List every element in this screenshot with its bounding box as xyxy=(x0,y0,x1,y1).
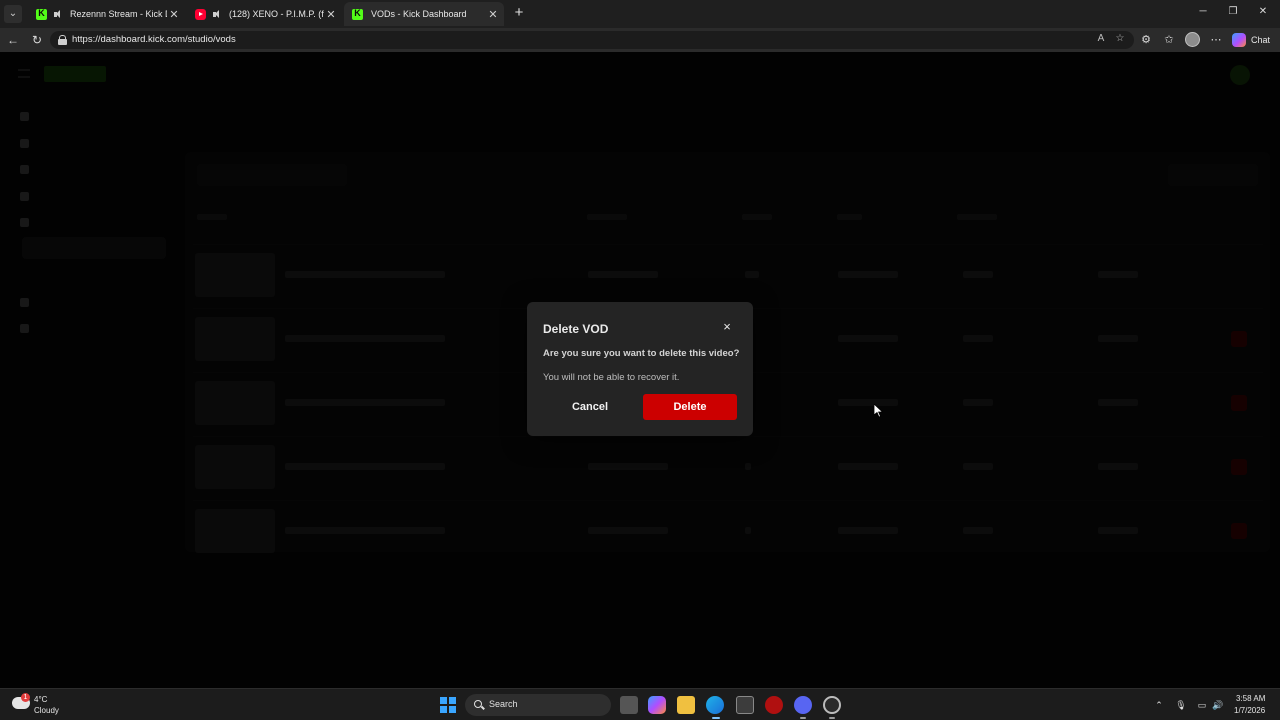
dialog-warning: You will not be able to recover it. xyxy=(543,372,680,383)
file-explorer-icon[interactable] xyxy=(677,696,695,714)
url-text[interactable]: https://dashboard.kick.com/studio/vods xyxy=(72,34,236,45)
kick-icon xyxy=(36,8,47,20)
close-window-icon[interactable]: ✕ xyxy=(1256,6,1270,17)
running-app-indicator xyxy=(829,717,835,719)
tab-title: VODs - Kick Dashboard xyxy=(371,9,467,19)
task-view-icon[interactable] xyxy=(620,696,638,714)
taskbar-search[interactable]: Search xyxy=(465,694,611,716)
extensions-icon[interactable]: ⚙ xyxy=(1139,33,1153,47)
close-tab-icon[interactable]: ✕ xyxy=(324,8,338,21)
weather-condition[interactable]: Cloudy xyxy=(34,706,59,715)
delete-button[interactable]: Delete xyxy=(643,394,737,420)
browser-tab-strip: ⌄ Rezennn Stream - Kick Dashb ✕ (128) XE… xyxy=(0,0,1280,28)
start-windows-icon[interactable] xyxy=(440,697,456,713)
microphone-icon[interactable]: 🎙 xyxy=(1175,699,1187,711)
dialog-question: Are you sure you want to delete this vid… xyxy=(543,348,740,359)
clock-time[interactable]: 3:58 AM xyxy=(1236,694,1265,703)
minimize-icon[interactable]: ─ xyxy=(1196,6,1210,17)
clock-date[interactable]: 1/7/2026 xyxy=(1234,706,1265,715)
microsoft-store-icon[interactable] xyxy=(736,696,754,714)
browser-toolbar: ← ↻ https://dashboard.kick.com/studio/vo… xyxy=(0,28,1280,52)
weather-badge: 1 xyxy=(21,693,30,702)
refresh-icon[interactable]: ↻ xyxy=(29,32,45,48)
profile-avatar[interactable] xyxy=(1185,32,1200,47)
muted-speaker-icon[interactable] xyxy=(53,9,64,20)
restore-icon[interactable]: ❐ xyxy=(1226,6,1240,17)
search-label: Search xyxy=(489,699,518,709)
back-arrow-icon[interactable]: ← xyxy=(5,32,21,48)
favorite-star-icon[interactable]: ☆ xyxy=(1113,33,1127,44)
kick-icon xyxy=(352,8,363,20)
active-app-indicator xyxy=(712,717,720,719)
volume-icon[interactable]: 🔊 xyxy=(1212,699,1224,711)
read-aloud-icon[interactable]: A xyxy=(1094,33,1108,44)
network-icon[interactable]: ▭ xyxy=(1196,699,1208,711)
red-app-icon[interactable] xyxy=(765,696,783,714)
address-bar[interactable]: https://dashboard.kick.com/studio/vods A… xyxy=(50,31,1134,49)
close-tab-icon[interactable]: ✕ xyxy=(167,8,181,21)
copilot-app-icon[interactable] xyxy=(648,696,666,714)
tab-vods-kick-dashboard[interactable]: VODs - Kick Dashboard ✕ xyxy=(344,2,504,26)
close-tab-icon[interactable]: ✕ xyxy=(486,8,500,21)
dialog-title: Delete VOD xyxy=(543,322,609,336)
taskbar: 1 4°C Cloudy Search ⌃ 🎙 ▭ 🔊 3:58 AM 1/7/… xyxy=(0,688,1280,720)
new-tab-button[interactable]: + xyxy=(511,5,527,21)
speaker-icon[interactable] xyxy=(212,9,223,20)
lock-icon[interactable] xyxy=(58,35,67,45)
tab-actions-menu-button[interactable]: ⌄ xyxy=(4,5,22,23)
search-icon xyxy=(474,700,482,708)
chevron-up-icon[interactable]: ⌃ xyxy=(1153,699,1165,711)
more-menu-icon[interactable]: ⋯ xyxy=(1209,33,1223,47)
tab-rezennn-stream[interactable]: Rezennn Stream - Kick Dashb ✕ xyxy=(28,2,185,26)
weather-temperature[interactable]: 4°C xyxy=(34,695,47,704)
close-icon[interactable]: × xyxy=(720,320,734,334)
steam-icon[interactable] xyxy=(823,696,841,714)
cancel-button[interactable]: Cancel xyxy=(543,394,637,420)
tab-title: (128) XENO - P.I.M.P. (feat. @ xyxy=(229,9,324,19)
tab-title: Rezennn Stream - Kick Dashb xyxy=(70,9,167,19)
chat-label: Chat xyxy=(1251,35,1271,45)
discord-icon[interactable] xyxy=(794,696,812,714)
favorites-icon[interactable]: ✩ xyxy=(1162,33,1176,47)
copilot-icon xyxy=(1232,33,1246,47)
copilot-chat-button[interactable]: Chat xyxy=(1232,32,1270,48)
youtube-icon xyxy=(195,8,206,20)
delete-vod-dialog: Delete VOD × Are you sure you want to de… xyxy=(527,302,753,436)
edge-browser-icon[interactable] xyxy=(706,696,724,714)
tab-youtube-xeno[interactable]: (128) XENO - P.I.M.P. (feat. @ ✕ xyxy=(187,2,342,26)
running-app-indicator xyxy=(800,717,806,719)
